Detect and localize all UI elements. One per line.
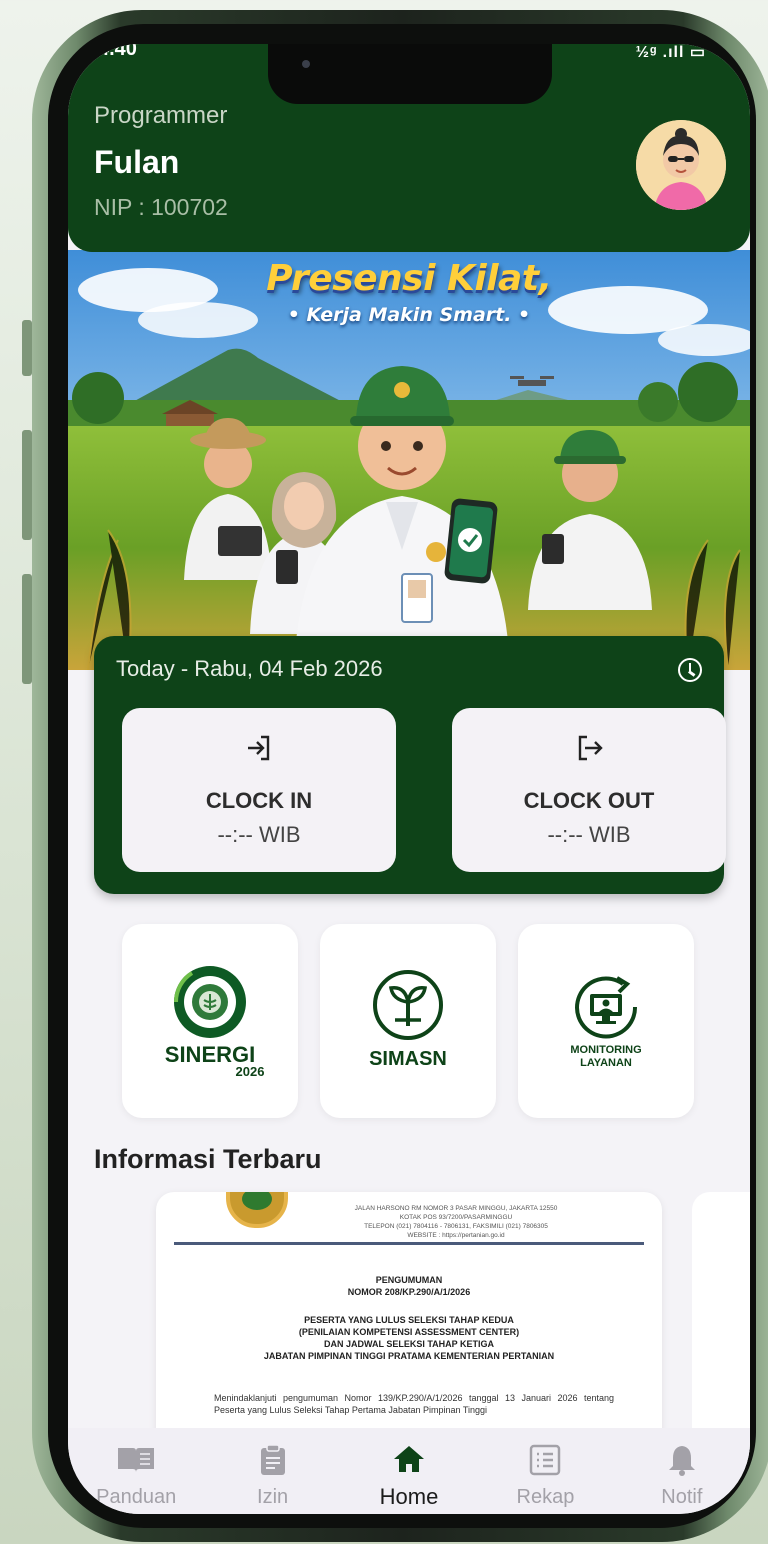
nav-item-panduan[interactable]: Panduan <box>68 1428 204 1514</box>
nav-label: Izin <box>257 1486 289 1508</box>
doc-heading: (PENILAIAN KOMPETENSI ASSESSMENT CENTER) <box>298 1327 520 1337</box>
book-icon-glyph <box>118 1448 155 1472</box>
service-name: MONITORING <box>570 1044 642 1056</box>
attendance-date: Today - Rabu, 04 Feb 2026 <box>116 656 383 681</box>
doc-title: PENGUMUMAN <box>375 1275 443 1285</box>
camera-icon <box>302 60 310 68</box>
sinergi-logo-icon <box>122 964 298 1040</box>
nav-label: Rekap <box>516 1486 575 1508</box>
doc-header-line: JALAN HARSONO RM NOMOR 3 PASAR MINGGU, J… <box>354 1205 558 1212</box>
news-card-next[interactable] <box>692 1192 750 1452</box>
nav-label: Home <box>379 1484 439 1509</box>
status-icons: ½ᵍ .ıll ▭ <box>635 44 706 61</box>
ministry-emblem-icon <box>226 1192 288 1228</box>
doc-heading: PESERTA YANG LULUS SELEKSI TAHAP KEDUA <box>304 1315 514 1325</box>
clock-icon[interactable] <box>678 658 702 682</box>
camera-notch <box>268 44 552 104</box>
login-icon <box>122 732 396 764</box>
doc-heading: JABATAN PIMPINAN TINGGI PRATAMA KEMENTER… <box>263 1351 555 1361</box>
banner-subtitle: • Kerja Makin Smart. • <box>287 304 531 326</box>
monitoring-emblem <box>575 976 638 1039</box>
nav-label: Panduan <box>96 1486 177 1508</box>
sprout-icon <box>320 968 496 1042</box>
promo-banner[interactable]: Presensi Kilat, • Kerja Makin Smart. • <box>68 250 750 670</box>
status-time: 4.40 <box>98 44 137 60</box>
avatar[interactable] <box>636 120 726 210</box>
service-subname: LAYANAN <box>580 1057 632 1069</box>
home-icon-glyph <box>394 1446 425 1472</box>
home-icon <box>341 1444 477 1474</box>
bell-icon <box>614 1444 750 1476</box>
attendance-card: Today - Rabu, 04 Feb 2026 CLOCK IN --:--… <box>94 636 726 894</box>
clipboard-icon-glyph <box>260 1444 285 1475</box>
clipboard-icon <box>204 1444 340 1475</box>
clock-out-button[interactable]: CLOCK OUT --:-- WIB <box>452 708 726 872</box>
side-button <box>22 430 32 540</box>
profile-header: 4.40 ½ᵍ .ıll ▭ Programmer Fulan NIP : 10… <box>68 44 750 252</box>
list-icon-glyph <box>530 1444 561 1476</box>
login-icon-glyph <box>248 735 270 761</box>
clock-out-time: --:-- WIB <box>547 822 631 847</box>
logout-icon <box>452 732 726 764</box>
doc-header-line: KOTAK POS 93/7200/PASARMINGGU <box>399 1214 513 1221</box>
doc-header-line: TELEPON (021) 7804116 - 7806131, FAKSIMI… <box>364 1223 548 1230</box>
service-simasn[interactable]: SIMASN <box>320 924 496 1118</box>
monitor-icon <box>518 970 694 1044</box>
app-screen: 4.40 ½ᵍ .ıll ▭ Programmer Fulan NIP : 10… <box>68 44 750 1514</box>
nav-label: Notif <box>661 1486 703 1508</box>
clock-in-label: CLOCK IN <box>205 788 313 813</box>
doc-body: Menindaklanjuti pengumuman Nomor 139/KP.… <box>214 1393 614 1415</box>
doc-header-line: WEBSITE : https://pertanian.go.id <box>407 1232 505 1239</box>
simasn-emblem <box>373 970 443 1040</box>
doc-letterhead: JALAN HARSONO RM NOMOR 3 PASAR MINGGU, J… <box>326 1204 586 1240</box>
logout-icon-glyph <box>578 735 603 761</box>
clock-in-time: --:-- WIB <box>217 822 301 847</box>
user-role: Programmer <box>94 102 228 129</box>
book-icon <box>68 1444 204 1474</box>
avatar-illustration <box>636 120 726 210</box>
clock-in-button[interactable]: CLOCK IN --:-- WIB <box>122 708 396 872</box>
doc-divider <box>174 1242 644 1245</box>
nav-item-notif[interactable]: Notif <box>614 1428 750 1514</box>
sinergi-emblem <box>173 966 246 1038</box>
service-year: 2026 <box>235 1064 265 1079</box>
user-nip: NIP : 100702 <box>94 194 228 220</box>
section-title: Informasi Terbaru <box>94 1144 322 1174</box>
service-sinergi[interactable]: SINERGI 2026 <box>122 924 298 1118</box>
clock-out-label: CLOCK OUT <box>523 788 655 813</box>
bottom-nav: Panduan Izin Home Rekap Notif <box>68 1428 750 1514</box>
service-name: SIMASN <box>369 1048 447 1070</box>
side-button <box>22 320 32 376</box>
news-card[interactable]: JALAN HARSONO RM NOMOR 3 PASAR MINGGU, J… <box>156 1192 662 1452</box>
nav-item-rekap[interactable]: Rekap <box>477 1428 613 1514</box>
doc-heading: DAN JADWAL SELEKSI TAHAP KETIGA <box>323 1339 494 1349</box>
list-icon <box>477 1444 613 1476</box>
nav-item-izin[interactable]: Izin <box>204 1428 340 1514</box>
service-monitoring[interactable]: MONITORING LAYANAN <box>518 924 694 1118</box>
bell-icon-glyph <box>668 1446 695 1476</box>
banner-title: Presensi Kilat, <box>266 258 552 299</box>
user-name: Fulan <box>94 144 180 180</box>
doc-number: NOMOR 208/KP.290/A/1/2026 <box>347 1287 471 1297</box>
nav-item-home[interactable]: Home <box>341 1428 477 1514</box>
side-button <box>22 574 32 684</box>
